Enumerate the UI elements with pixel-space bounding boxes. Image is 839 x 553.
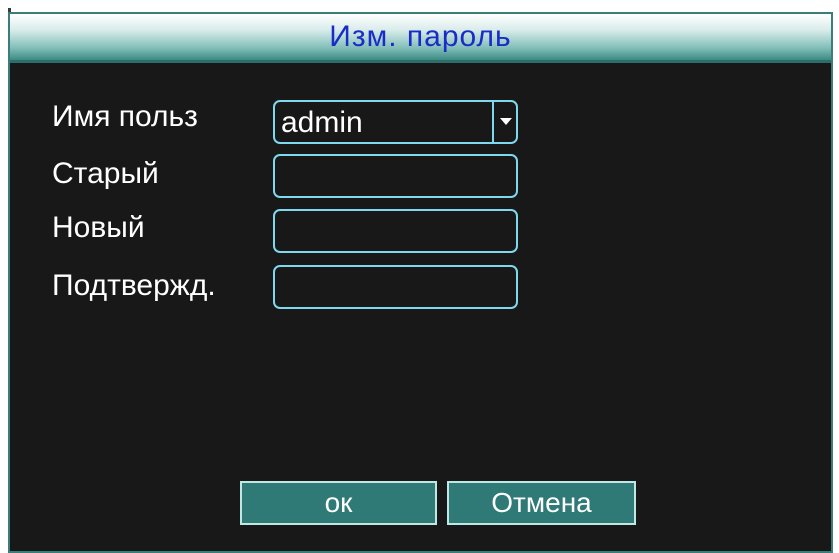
username-label: Имя польз	[52, 100, 198, 133]
dialog-title: Изм. пароль	[329, 20, 512, 53]
confirm-password-input[interactable]	[273, 265, 518, 309]
ok-button[interactable]: ок	[240, 481, 437, 525]
old-password-input[interactable]	[273, 154, 518, 198]
dialog-titlebar: Изм. пароль	[10, 14, 831, 63]
old-password-label: Старый	[52, 157, 159, 190]
chevron-down-icon[interactable]	[492, 102, 516, 142]
change-password-dialog: Изм. пароль Имя польз admin Старый Новый…	[8, 12, 833, 553]
username-select[interactable]: admin	[273, 100, 518, 144]
confirm-password-label: Подтвержд.	[52, 269, 216, 302]
new-password-input[interactable]	[273, 209, 518, 253]
new-password-label: Новый	[52, 211, 145, 244]
cancel-button[interactable]: Отмена	[447, 481, 636, 525]
username-value: admin	[281, 106, 363, 139]
